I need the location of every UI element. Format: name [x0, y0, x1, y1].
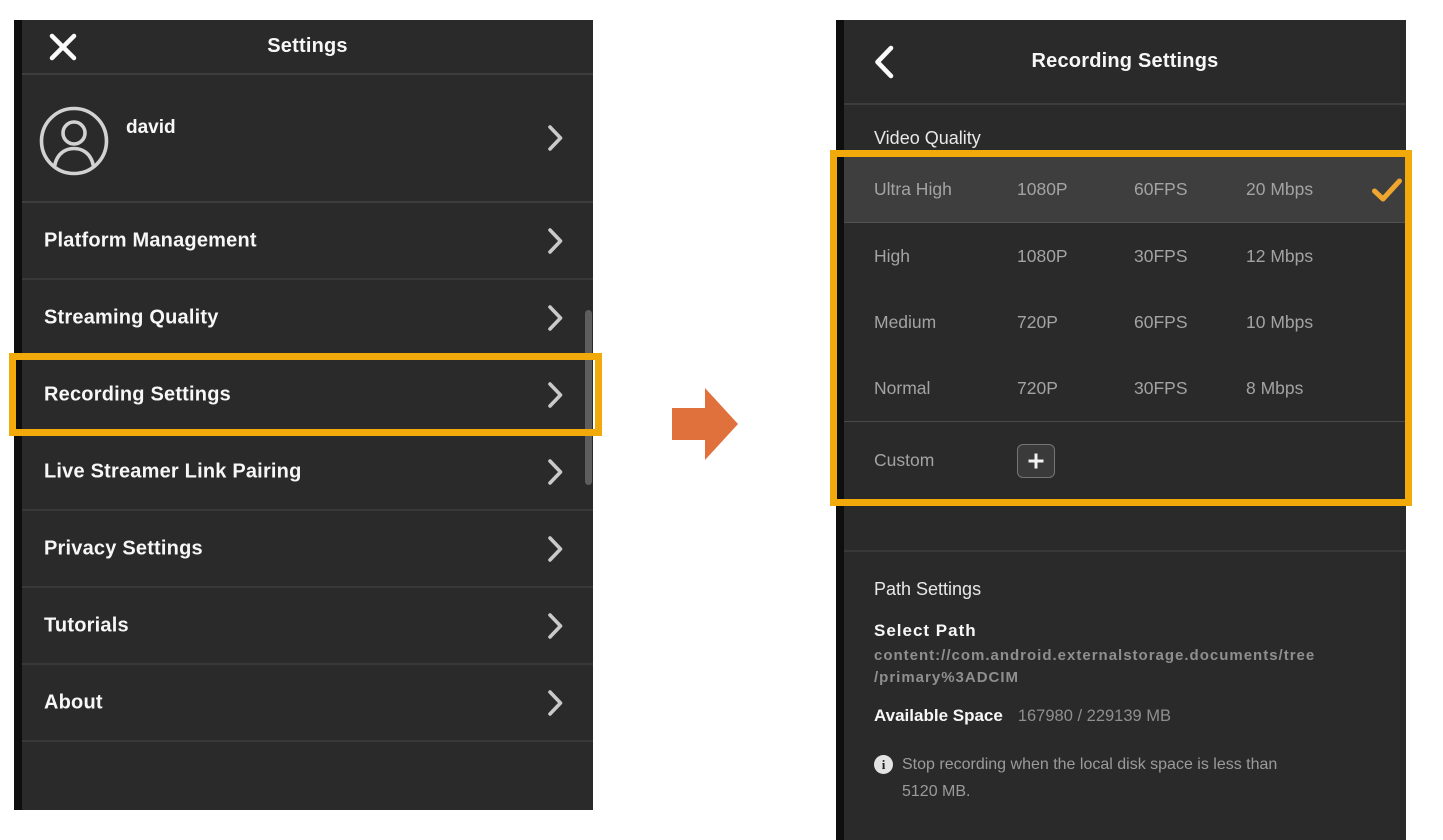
available-space-row: Available Space 167980 / 229139 MB	[874, 706, 1376, 726]
avatar-icon	[38, 105, 110, 177]
chevron-right-icon	[548, 536, 563, 562]
quality-bitrate: 8 Mbps	[1246, 378, 1372, 399]
path-line-1: content://com.android.externalstorage.do…	[874, 645, 1376, 667]
chevron-right-icon	[548, 459, 563, 485]
quality-resolution: 720P	[1017, 312, 1134, 333]
recording-settings-header: Recording Settings	[844, 20, 1406, 105]
back-icon[interactable]	[874, 45, 894, 79]
page-title: Settings	[267, 35, 348, 58]
check-icon	[1372, 178, 1402, 202]
path-settings-title: Path Settings	[874, 579, 1376, 600]
screenshot-canvas: Settings david Platform Management Strea…	[0, 0, 1443, 840]
quality-name: Medium	[874, 312, 1017, 333]
quality-bitrate: 12 Mbps	[1246, 246, 1372, 267]
chevron-right-icon	[548, 228, 563, 254]
quality-name: High	[874, 246, 1017, 267]
sidebar-item-privacy-settings[interactable]: Privacy Settings	[22, 511, 593, 588]
sidebar-item-tutorials[interactable]: Tutorials	[22, 588, 593, 665]
quality-fps: 30FPS	[1134, 378, 1246, 399]
quality-bitrate: 20 Mbps	[1246, 179, 1372, 200]
quality-bitrate: 10 Mbps	[1246, 312, 1372, 333]
disk-space-notice-text: Stop recording when the local disk space…	[902, 751, 1277, 805]
quality-resolution: 1080P	[1017, 179, 1134, 200]
sidebar-item-streaming-quality[interactable]: Streaming Quality	[22, 280, 593, 357]
chevron-right-icon	[548, 690, 563, 716]
available-space-label: Available Space	[874, 706, 1003, 726]
quality-row-normal[interactable]: Normal 720P 30FPS 8 Mbps	[844, 355, 1406, 421]
chevron-right-icon	[548, 305, 563, 331]
quality-row-custom: Custom	[844, 421, 1406, 499]
quality-name: Custom	[874, 450, 1017, 471]
menu-item-label: Privacy Settings	[44, 537, 203, 560]
quality-fps: 30FPS	[1134, 246, 1246, 267]
path-line-2: /primary%3ADCIM	[874, 667, 1376, 689]
quality-name: Normal	[874, 378, 1017, 399]
available-space-value: 167980 / 229139 MB	[1018, 707, 1171, 726]
menu-item-label: Live Streamer Link Pairing	[44, 460, 302, 483]
video-quality-table: Ultra High 1080P 60FPS 20 Mbps High 1080…	[844, 157, 1406, 499]
recording-settings-panel: Recording Settings Video Quality Ultra H…	[836, 20, 1406, 840]
quality-resolution: 720P	[1017, 378, 1134, 399]
video-quality-section-label: Video Quality	[874, 128, 1406, 149]
sidebar-item-recording-settings[interactable]: Recording Settings	[22, 357, 593, 434]
settings-menu: Platform Management Streaming Quality Re…	[22, 203, 593, 742]
flow-arrow-icon	[672, 388, 738, 460]
settings-panel: Settings david Platform Management Strea…	[14, 20, 593, 810]
notice-line-2: 5120 MB.	[902, 783, 970, 800]
select-path-label: Select Path	[874, 621, 1376, 641]
notice-line-1: Stop recording when the local disk space…	[902, 756, 1277, 773]
page-title: Recording Settings	[1032, 50, 1219, 73]
settings-header: Settings	[22, 20, 593, 75]
quality-name: Ultra High	[874, 179, 1017, 200]
quality-row-medium[interactable]: Medium 720P 60FPS 10 Mbps	[844, 289, 1406, 355]
quality-fps: 60FPS	[1134, 179, 1246, 200]
plus-icon	[1027, 452, 1045, 470]
chevron-right-icon	[548, 382, 563, 408]
disk-space-notice: i Stop recording when the local disk spa…	[874, 751, 1376, 805]
chevron-right-icon	[548, 125, 563, 151]
add-custom-button[interactable]	[1017, 444, 1055, 478]
menu-item-label: Recording Settings	[44, 383, 231, 406]
menu-item-label: Streaming Quality	[44, 306, 219, 329]
scrollbar-thumb[interactable]	[585, 310, 592, 485]
close-icon[interactable]	[48, 32, 78, 62]
quality-resolution: 1080P	[1017, 246, 1134, 267]
quality-row-high[interactable]: High 1080P 30FPS 12 Mbps	[844, 223, 1406, 289]
user-profile-row[interactable]: david	[22, 75, 593, 203]
chevron-right-icon	[548, 613, 563, 639]
menu-item-label: Tutorials	[44, 614, 129, 637]
sidebar-item-live-streamer-link-pairing[interactable]: Live Streamer Link Pairing	[22, 434, 593, 511]
selected-path-value[interactable]: content://com.android.externalstorage.do…	[874, 645, 1376, 689]
quality-fps: 60FPS	[1134, 312, 1246, 333]
menu-item-label: Platform Management	[44, 229, 257, 252]
username: david	[126, 117, 176, 139]
sidebar-item-about[interactable]: About	[22, 665, 593, 742]
quality-row-ultra-high[interactable]: Ultra High 1080P 60FPS 20 Mbps	[844, 157, 1406, 223]
sidebar-item-platform-management[interactable]: Platform Management	[22, 203, 593, 280]
menu-item-label: About	[44, 691, 103, 714]
path-settings-section: Path Settings Select Path content://com.…	[844, 552, 1406, 805]
info-icon: i	[874, 755, 893, 774]
